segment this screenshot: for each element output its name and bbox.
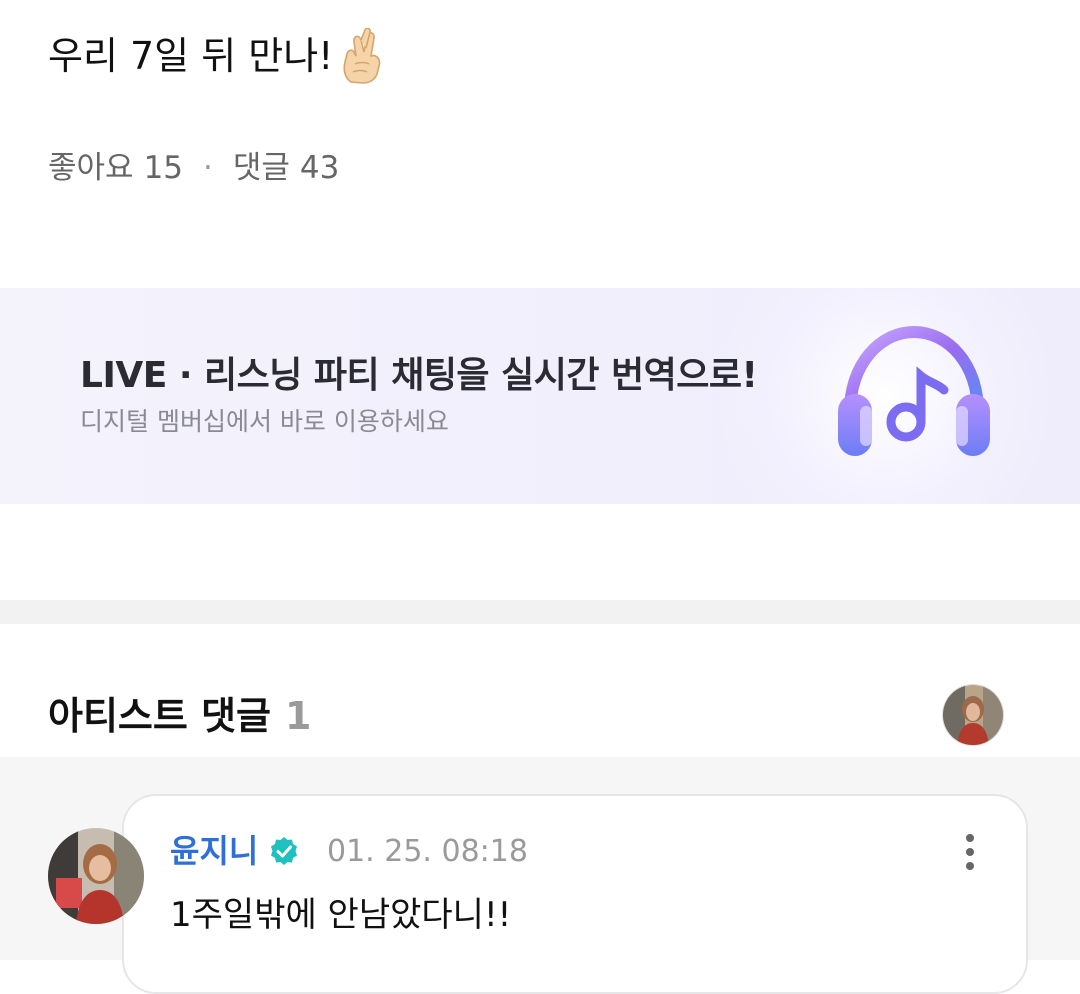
headphones-music-icon: [838, 325, 990, 456]
artist-avatar-small[interactable]: [942, 684, 1004, 746]
author-name: 윤지니: [170, 832, 259, 870]
banner-title: LIVE · 리스닝 파티 채팅을 실시간 번역으로!: [80, 355, 758, 396]
comments-label[interactable]: 댓글: [233, 146, 290, 190]
likes-count: 15: [143, 150, 184, 186]
comment-text: 1주일밖에 안남았다니!!: [170, 895, 512, 935]
listening-party-banner[interactable]: LIVE · 리스닝 파티 채팅을 실시간 번역으로! 디지털 멤버십에서 바로…: [0, 288, 1080, 504]
more-vertical-icon[interactable]: [950, 830, 990, 874]
artist-comments-heading: 아티스트 댓글 1: [48, 690, 311, 742]
banner-subtitle: 디지털 멤버십에서 바로 이용하세요: [80, 407, 449, 436]
comments-count: 43: [299, 150, 340, 186]
stats-separator: ·: [203, 150, 213, 186]
post-text: 우리 7일 뒤 만나!: [48, 28, 387, 84]
crossed-fingers-emoji-icon: [343, 28, 381, 84]
comment-author-avatar[interactable]: [48, 828, 144, 924]
artist-comments-count: 1: [285, 694, 312, 738]
artist-comments-title: 아티스트 댓글: [48, 694, 271, 738]
author-avatar-image: [48, 828, 144, 924]
post-text-content: 우리 7일 뒤 만나!: [48, 34, 334, 78]
post-stats: 좋아요 15 · 댓글 43: [48, 146, 339, 190]
section-divider: [0, 600, 1080, 624]
comment-author[interactable]: 윤지니: [170, 828, 300, 874]
comment-timestamp: 01. 25. 08:18: [327, 834, 528, 869]
likes-label[interactable]: 좋아요: [48, 146, 134, 190]
avatar-image: [943, 685, 1003, 745]
verified-badge-icon: [271, 837, 298, 865]
